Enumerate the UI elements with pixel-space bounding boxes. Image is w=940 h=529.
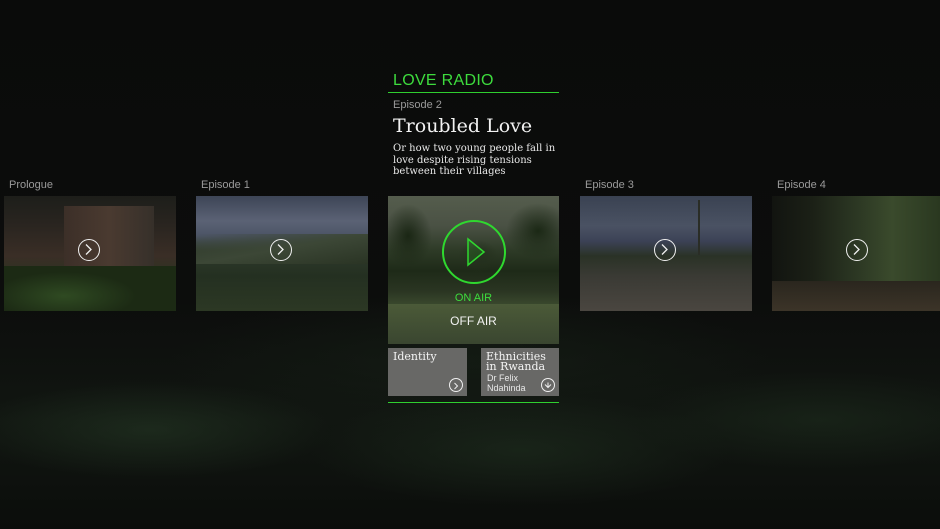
- play-circle-icon[interactable]: [270, 239, 292, 261]
- extra-card-ethnicities[interactable]: Ethnicities in Rwanda Dr Felix Ndahinda: [481, 348, 559, 396]
- brick-wall-image: [64, 206, 154, 266]
- episode-header: LOVE RADIO Episode 2 Troubled Love Or ho…: [388, 70, 559, 178]
- episode-label-episode-3: Episode 3: [585, 179, 634, 191]
- episode-thumbnail-episode-3[interactable]: [580, 196, 752, 311]
- foliage-image: [4, 266, 176, 311]
- play-circle-icon[interactable]: [78, 239, 100, 261]
- episode-thumbnail-episode-1[interactable]: [196, 196, 368, 311]
- arrow-right-circle-icon[interactable]: [449, 378, 463, 392]
- play-circle-icon[interactable]: [846, 239, 868, 261]
- episode-thumbnail-prologue[interactable]: [4, 196, 176, 311]
- current-episode-title: Troubled Love: [393, 115, 533, 137]
- extra-card-title: Identity: [393, 350, 437, 363]
- extra-card-identity[interactable]: Identity: [388, 348, 467, 396]
- brand-title: LOVE RADIO: [388, 70, 559, 93]
- extra-card-title: Ethnicities in Rwanda: [486, 350, 546, 373]
- arrow-down-circle-icon[interactable]: [541, 378, 555, 392]
- episode-label-episode-1: Episode 1: [201, 179, 250, 191]
- play-circle-icon[interactable]: [442, 220, 506, 284]
- play-circle-icon[interactable]: [654, 239, 676, 261]
- current-episode-label: Episode 2: [393, 99, 442, 111]
- episode-label-prologue: Prologue: [9, 179, 54, 191]
- episode-label-episode-4: Episode 4: [777, 179, 826, 191]
- episode-thumbnail-episode-4[interactable]: [772, 196, 940, 311]
- path-image: [772, 281, 940, 311]
- extra-card-author: Dr Felix Ndahinda: [487, 373, 526, 393]
- tree-image: [698, 200, 700, 255]
- section-divider: [388, 402, 559, 403]
- current-episode-description: Or how two young people fall in love des…: [393, 143, 556, 177]
- off-air-toggle[interactable]: OFF AIR: [388, 314, 559, 328]
- on-air-label: ON AIR: [454, 292, 493, 304]
